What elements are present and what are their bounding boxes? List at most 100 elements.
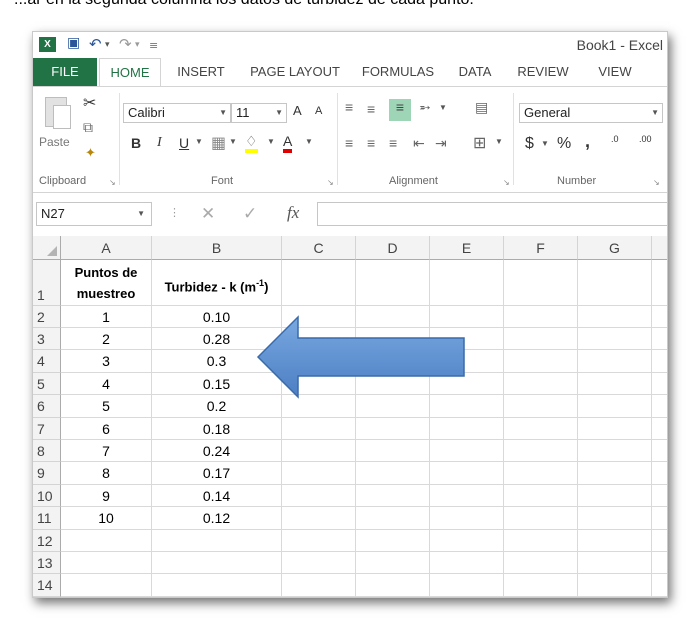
- cut-icon[interactable]: ✂: [83, 93, 96, 113]
- font-size-dropdown[interactable]: 11 ▼: [231, 103, 287, 123]
- chevron-down-icon[interactable]: ▼: [305, 137, 313, 146]
- format-painter-icon[interactable]: ✦: [85, 145, 96, 161]
- cell-b7[interactable]: 0.18: [152, 418, 281, 440]
- undo-dropdown-icon[interactable]: ▾: [105, 40, 110, 50]
- cell-a3[interactable]: 2: [61, 328, 151, 350]
- decrease-indent-icon[interactable]: ⇤: [413, 135, 425, 152]
- clipboard-launcher-icon[interactable]: ↘: [109, 178, 116, 187]
- row-header-7[interactable]: 7: [33, 418, 61, 440]
- column-header-b[interactable]: B: [152, 236, 282, 260]
- row-header-3[interactable]: 3: [33, 328, 61, 350]
- increase-indent-icon[interactable]: ⇥: [435, 135, 447, 152]
- row-header-8[interactable]: 8: [33, 440, 61, 462]
- font-launcher-icon[interactable]: ↘: [327, 178, 334, 187]
- copy-icon[interactable]: ⧉: [83, 119, 93, 136]
- merge-center-icon[interactable]: ⊞: [473, 133, 486, 153]
- cell-b1[interactable]: Turbidez - k (m-1): [152, 272, 281, 298]
- row-header-12[interactable]: 12: [33, 530, 61, 552]
- underline-button[interactable]: U: [179, 135, 189, 151]
- cell-b11[interactable]: 0.12: [152, 507, 281, 530]
- cell-a1-line1[interactable]: Puntos de: [61, 262, 151, 284]
- align-right-icon[interactable]: ≡: [389, 135, 397, 151]
- decrease-decimal-button[interactable]: .00: [639, 135, 652, 144]
- paste-button[interactable]: [41, 97, 71, 131]
- borders-icon[interactable]: ▦: [211, 133, 226, 153]
- cell-a2[interactable]: 1: [61, 306, 151, 328]
- font-name-dropdown[interactable]: Calibri ▼: [123, 103, 231, 123]
- cell-a11[interactable]: 10: [61, 507, 151, 530]
- chevron-down-icon[interactable]: ▼: [439, 103, 447, 112]
- column-header-c[interactable]: C: [282, 236, 356, 260]
- tab-formulas[interactable]: FORMULAS: [355, 58, 441, 86]
- excel-app-icon[interactable]: X: [39, 37, 56, 52]
- tab-home[interactable]: HOME: [99, 58, 161, 86]
- align-middle-icon[interactable]: ≡: [367, 101, 375, 117]
- row-header-13[interactable]: 13: [33, 552, 61, 574]
- tab-view[interactable]: VIEW: [585, 58, 645, 86]
- select-all-corner[interactable]: [33, 236, 61, 260]
- insert-function-icon[interactable]: fx: [287, 203, 299, 223]
- customize-qat-icon[interactable]: ≡: [149, 39, 158, 52]
- tab-data[interactable]: DATA: [449, 58, 501, 86]
- cell-a8[interactable]: 7: [61, 440, 151, 462]
- row-header-5[interactable]: 5: [33, 373, 61, 395]
- tab-review[interactable]: REVIEW: [509, 58, 577, 86]
- cell-b8[interactable]: 0.24: [152, 440, 281, 462]
- column-header-d[interactable]: D: [356, 236, 430, 260]
- fill-color-icon[interactable]: ♢: [245, 133, 258, 153]
- grow-font-button[interactable]: A: [293, 103, 302, 118]
- cell-a4[interactable]: 3: [61, 350, 151, 373]
- row-header-9[interactable]: 9: [33, 462, 61, 485]
- enter-icon[interactable]: ✓: [243, 204, 257, 224]
- align-center-icon[interactable]: ≡: [367, 135, 375, 151]
- column-header-g[interactable]: G: [578, 236, 652, 260]
- chevron-down-icon[interactable]: ▼: [229, 137, 237, 146]
- row-header-2[interactable]: 2: [33, 306, 61, 328]
- formula-input[interactable]: [317, 202, 667, 226]
- chevron-down-icon[interactable]: ▼: [541, 139, 549, 148]
- percent-button[interactable]: %: [557, 135, 571, 153]
- paste-label[interactable]: Paste: [39, 135, 70, 149]
- name-box[interactable]: N27 ▼: [36, 202, 152, 226]
- column-header-a[interactable]: A: [61, 236, 152, 260]
- font-color-button[interactable]: A: [283, 133, 293, 153]
- orientation-icon[interactable]: ➵: [419, 99, 431, 116]
- chevron-down-icon[interactable]: ▼: [195, 137, 203, 146]
- tab-file[interactable]: FILE: [33, 58, 97, 86]
- tab-insert[interactable]: INSERT: [169, 58, 233, 86]
- column-header-f[interactable]: F: [504, 236, 578, 260]
- cell-a5[interactable]: 4: [61, 373, 151, 395]
- cell-a9[interactable]: 8: [61, 462, 151, 485]
- number-launcher-icon[interactable]: ↘: [653, 178, 660, 187]
- increase-decimal-button[interactable]: .0: [611, 135, 619, 144]
- row-header-6[interactable]: 6: [33, 395, 61, 418]
- align-top-icon[interactable]: ≡: [345, 99, 353, 115]
- cell-b10[interactable]: 0.14: [152, 485, 281, 507]
- shrink-font-button[interactable]: A: [315, 105, 322, 117]
- align-left-icon[interactable]: ≡: [345, 135, 353, 151]
- row-header-1[interactable]: 1: [33, 260, 61, 306]
- redo-icon[interactable]: ↷: [119, 35, 132, 53]
- cell-a10[interactable]: 9: [61, 485, 151, 507]
- cancel-icon[interactable]: ✕: [201, 204, 215, 224]
- chevron-down-icon[interactable]: ▼: [495, 137, 503, 146]
- row-header-14[interactable]: 14: [33, 574, 61, 597]
- currency-button[interactable]: $: [525, 135, 534, 153]
- wrap-text-icon[interactable]: ▤: [475, 99, 488, 116]
- number-format-dropdown[interactable]: General ▼: [519, 103, 663, 123]
- tab-page-layout[interactable]: PAGE LAYOUT: [243, 58, 347, 86]
- row-header-4[interactable]: 4: [33, 350, 61, 373]
- alignment-launcher-icon[interactable]: ↘: [503, 178, 510, 187]
- align-bottom-icon[interactable]: ≡: [389, 99, 411, 121]
- cell-a7[interactable]: 6: [61, 418, 151, 440]
- row-header-10[interactable]: 10: [33, 485, 61, 507]
- undo-icon[interactable]: ↶: [89, 35, 102, 53]
- save-icon[interactable]: ▣: [67, 35, 80, 51]
- cell-a6[interactable]: 5: [61, 395, 151, 418]
- redo-dropdown-icon[interactable]: ▾: [135, 40, 140, 50]
- italic-button[interactable]: I: [157, 135, 162, 151]
- chevron-down-icon[interactable]: ▼: [267, 137, 275, 146]
- cell-b9[interactable]: 0.17: [152, 462, 281, 485]
- cell-a1-line2[interactable]: muestreo: [61, 283, 151, 305]
- column-header-e[interactable]: E: [430, 236, 504, 260]
